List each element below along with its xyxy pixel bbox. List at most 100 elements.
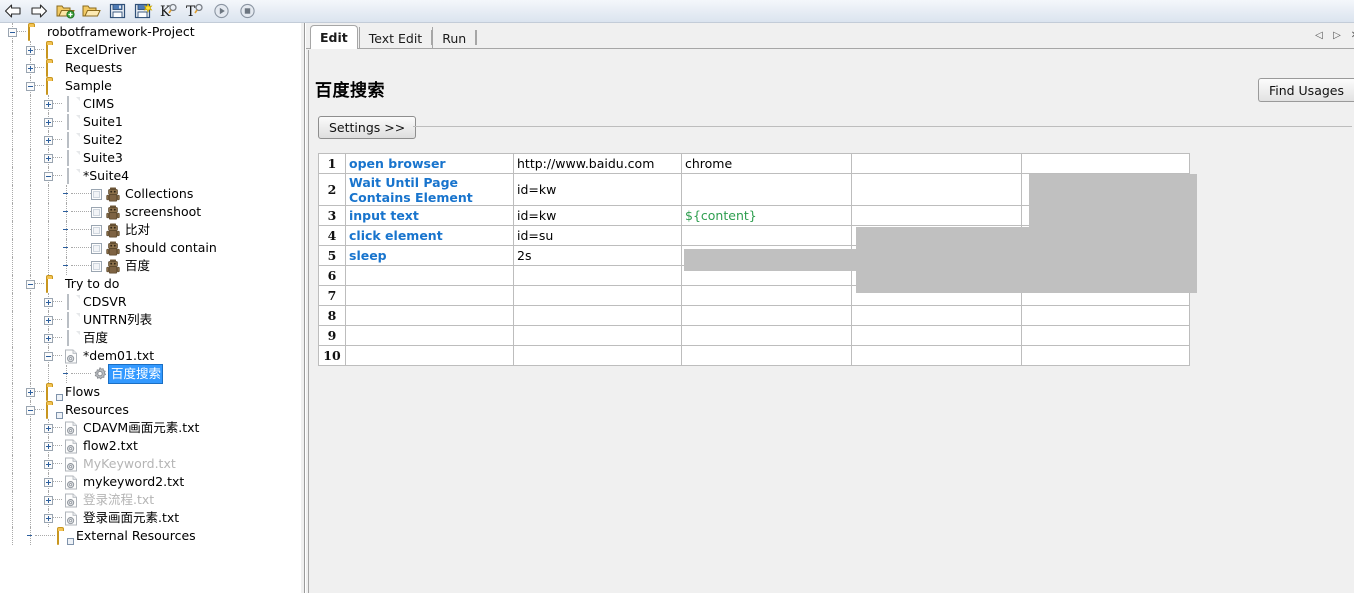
tree-item[interactable]: flow2.txt: [0, 437, 300, 455]
argument-cell[interactable]: id=kw: [513, 205, 682, 226]
tree-item-checkbox[interactable]: [91, 188, 102, 200]
tree-collapse-icon[interactable]: [26, 81, 35, 91]
tree-item[interactable]: Suite2: [0, 131, 300, 149]
keyword-cell[interactable]: [345, 265, 514, 286]
argument-cell[interactable]: 2s: [513, 245, 682, 266]
tree-item-checkbox[interactable]: [91, 206, 102, 218]
argument-cell[interactable]: id=kw: [513, 173, 682, 206]
table-row[interactable]: 4 click element id=su: [318, 225, 1190, 246]
argument-cell[interactable]: [681, 325, 852, 346]
tree-item[interactable]: screenshoot: [0, 203, 300, 221]
settings-toggle-button[interactable]: Settings >>: [318, 116, 417, 139]
tree-item[interactable]: 登录流程.txt: [0, 491, 300, 509]
tree-item-checkbox[interactable]: [91, 242, 102, 254]
tree-expand-icon[interactable]: [26, 45, 35, 55]
table-row[interactable]: 1 open browser http://www.baidu.com chrome: [318, 153, 1190, 174]
open-folder-icon[interactable]: [78, 1, 104, 21]
keyword-cell[interactable]: [345, 305, 514, 326]
back-arrow-icon[interactable]: [0, 1, 26, 21]
tree-collapse-icon[interactable]: [26, 405, 35, 415]
table-row[interactable]: 5 sleep 2s: [318, 245, 1190, 266]
steps-table[interactable]: 1 open browser http://www.baidu.com chrome 2…: [318, 153, 1190, 366]
tree-expand-icon[interactable]: [44, 315, 53, 325]
tree-expand-icon[interactable]: [44, 153, 53, 163]
tree-item[interactable]: External Resources: [0, 527, 300, 545]
open-project-icon[interactable]: [52, 1, 78, 21]
argument-cell[interactable]: [681, 285, 852, 306]
find-usages-button[interactable]: Find Usages: [1257, 78, 1354, 102]
stop-icon[interactable]: [234, 1, 260, 21]
tree-item[interactable]: *Suite4: [0, 167, 300, 185]
tree-item[interactable]: should contain: [0, 239, 300, 257]
argument-cell[interactable]: [1021, 285, 1190, 306]
tree-item[interactable]: Requests: [0, 59, 300, 77]
tree-item[interactable]: mykeyword2.txt: [0, 473, 300, 491]
run-icon[interactable]: [208, 1, 234, 21]
tree-item-checkbox[interactable]: [91, 260, 102, 272]
tree-expand-icon[interactable]: [44, 441, 53, 451]
tree-expand-icon[interactable]: [44, 459, 53, 469]
argument-cell[interactable]: chrome: [681, 153, 852, 174]
argument-cell[interactable]: [681, 345, 852, 366]
tree-expand-icon[interactable]: [44, 333, 53, 343]
table-row[interactable]: 3 input text id=kw ${content}: [318, 205, 1190, 226]
tree-expand-icon[interactable]: [26, 63, 35, 73]
argument-cell[interactable]: [851, 285, 1022, 306]
tree-item-checkbox[interactable]: [91, 224, 102, 236]
table-row[interactable]: 8: [318, 305, 1190, 326]
tree-item[interactable]: Suite3: [0, 149, 300, 167]
tab-close-button[interactable]: ✕: [1348, 27, 1354, 43]
tree-item[interactable]: CDAVM画面元素.txt: [0, 419, 300, 437]
argument-cell[interactable]: http://www.baidu.com: [513, 153, 682, 174]
argument-cell[interactable]: [1021, 205, 1190, 226]
tree-item[interactable]: 百度搜索: [0, 364, 300, 384]
tree-item[interactable]: Flows: [0, 383, 300, 401]
keyword-cell[interactable]: Wait Until Page Contains Element: [345, 173, 514, 206]
argument-cell[interactable]: ${content}: [681, 205, 852, 226]
argument-cell[interactable]: [1021, 153, 1190, 174]
tree-item[interactable]: ExcelDriver: [0, 41, 300, 59]
argument-cell[interactable]: [1021, 265, 1190, 286]
tree-item[interactable]: robotframework-Project: [0, 23, 300, 41]
tree-item[interactable]: Suite1: [0, 113, 300, 131]
argument-cell[interactable]: [513, 265, 682, 286]
tree-item[interactable]: CDSVR: [0, 293, 300, 311]
save-icon[interactable]: [104, 1, 130, 21]
argument-cell[interactable]: [1021, 225, 1190, 246]
forward-arrow-icon[interactable]: [26, 1, 52, 21]
tree-item[interactable]: 登录画面元素.txt: [0, 509, 300, 527]
tree-item[interactable]: Sample: [0, 77, 300, 95]
argument-cell[interactable]: [851, 173, 1022, 206]
keyword-cell[interactable]: [345, 345, 514, 366]
argument-cell[interactable]: [851, 265, 1022, 286]
tree-expand-icon[interactable]: [44, 477, 53, 487]
argument-cell[interactable]: [681, 173, 852, 206]
tree-item[interactable]: CIMS: [0, 95, 300, 113]
keyword-cell[interactable]: click element: [345, 225, 514, 246]
argument-cell[interactable]: [851, 345, 1022, 366]
tree-item[interactable]: 百度: [0, 257, 300, 275]
tab-edit[interactable]: Edit: [310, 25, 358, 49]
tree-item[interactable]: MyKeyword.txt: [0, 455, 300, 473]
tree-collapse-icon[interactable]: [8, 27, 17, 37]
argument-cell[interactable]: [681, 265, 852, 286]
keyword-cell[interactable]: [345, 325, 514, 346]
argument-cell[interactable]: id=su: [513, 225, 682, 246]
save-all-icon[interactable]: [130, 1, 156, 21]
tree-item[interactable]: 百度: [0, 329, 300, 347]
argument-cell[interactable]: [1021, 305, 1190, 326]
tab-next-button[interactable]: ▷: [1330, 27, 1344, 43]
tab-prev-button[interactable]: ◁: [1312, 27, 1326, 43]
tree-expand-icon[interactable]: [44, 297, 53, 307]
search-tests-icon[interactable]: T: [182, 1, 208, 21]
search-keyword-icon[interactable]: K: [156, 1, 182, 21]
argument-cell[interactable]: [513, 345, 682, 366]
argument-cell[interactable]: [851, 205, 1022, 226]
table-row[interactable]: 6: [318, 265, 1190, 286]
argument-cell[interactable]: [1021, 325, 1190, 346]
tab-run[interactable]: Run: [432, 27, 475, 49]
tree-item[interactable]: Try to do: [0, 275, 300, 293]
tree-expand-icon[interactable]: [44, 135, 53, 145]
tree-expand-icon[interactable]: [44, 423, 53, 433]
argument-cell[interactable]: [1021, 245, 1190, 266]
